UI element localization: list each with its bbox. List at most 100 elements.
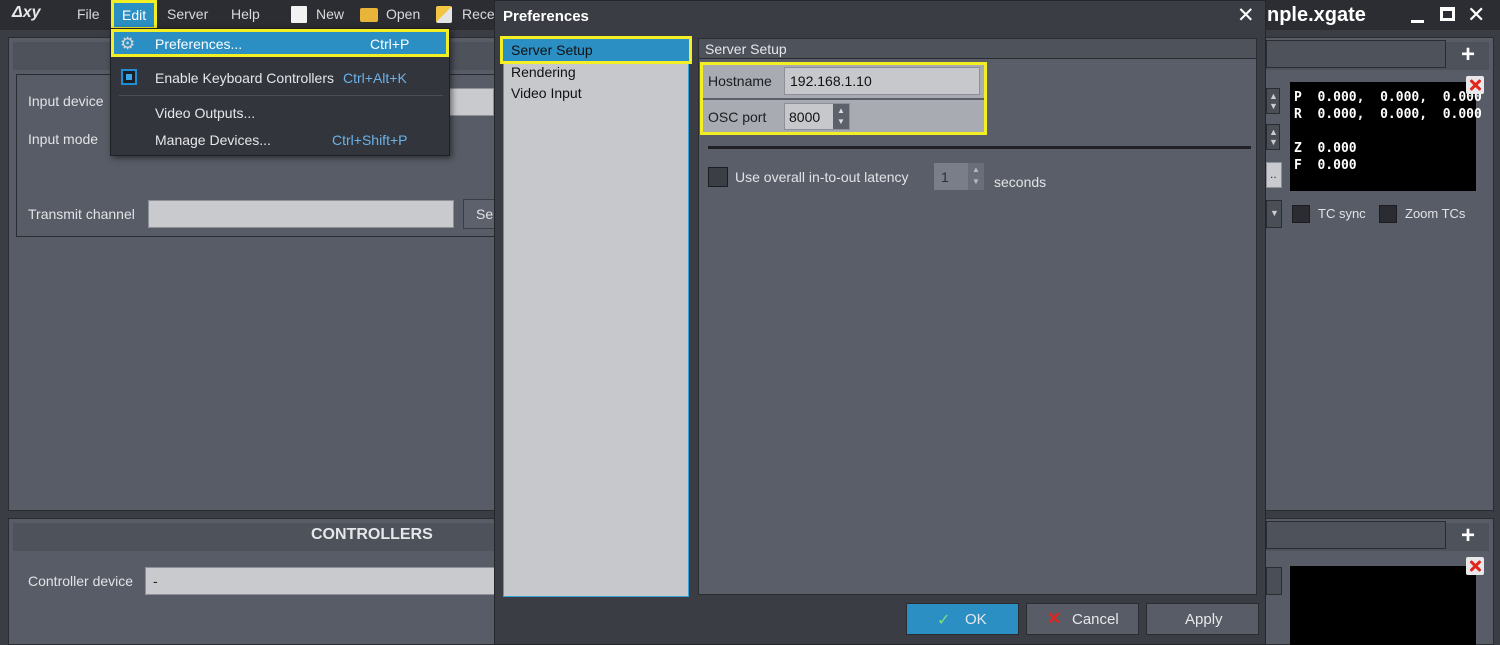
readout-f: F 0.000: [1294, 158, 1357, 173]
latency-stepper-icon[interactable]: ▲ ▼: [968, 163, 984, 190]
ok-label: OK: [965, 611, 987, 628]
controllers-panel-tab: [1266, 521, 1446, 549]
latency-unit: seconds: [994, 174, 1047, 190]
readout-z: Z 0.000: [1294, 141, 1357, 156]
readout-p: P 0.000, 0.000, 0.000: [1294, 90, 1482, 105]
menu-edit[interactable]: Edit: [111, 0, 157, 30]
hostname-value: 192.168.1.10: [790, 73, 872, 89]
dialog-title: Preferences: [503, 8, 589, 25]
toolbar-recent[interactable]: Rece: [462, 6, 495, 22]
latency-spinbox[interactable]: 1 ▲ ▼: [933, 162, 985, 191]
cancel-x-icon: ✕: [1047, 609, 1062, 628]
maximize-icon[interactable]: [1440, 7, 1455, 21]
transmit-set-button[interactable]: Se: [463, 199, 497, 229]
window-close-icon[interactable]: ✕: [1467, 2, 1485, 28]
sidebar-item-rendering[interactable]: Rendering: [504, 61, 688, 83]
spin-button-2[interactable]: ▲ ▼: [1266, 124, 1280, 150]
sidebar-item-server-setup-label: Server Setup: [511, 42, 593, 58]
new-file-icon: [291, 6, 307, 23]
controller-preview: [1290, 566, 1476, 645]
sidebar-item-video-input-label: Video Input: [511, 85, 582, 101]
menu-item-preferences[interactable]: ⚙ Preferences... Ctrl+P: [111, 29, 449, 57]
menu-item-manage-devices-label: Manage Devices...: [155, 132, 271, 148]
gear-icon: ⚙: [120, 34, 136, 53]
server-setup-panel: Server Setup Hostname 192.168.1.10 OSC p…: [698, 38, 1257, 595]
remove-input-icon[interactable]: [1466, 76, 1484, 94]
folder-icon: [360, 8, 378, 22]
menu-item-video-outputs[interactable]: Video Outputs...: [111, 100, 449, 126]
zoom-tcs-label: Zoom TCs: [1405, 206, 1466, 221]
recent-icon: [436, 6, 452, 23]
spin-button-1[interactable]: ▲ ▼: [1266, 88, 1280, 114]
menu-item-keyboard-label: Enable Keyboard Controllers: [155, 70, 334, 86]
minimize-icon[interactable]: [1411, 20, 1424, 23]
menu-item-manage-devices-shortcut: Ctrl+Shift+P: [332, 132, 408, 148]
latency-label: Use overall in-to-out latency: [735, 169, 909, 185]
menu-separator: [119, 95, 443, 96]
app-logo: Δxy: [12, 4, 41, 21]
divider: [708, 146, 1251, 149]
input-device-label: Input device: [28, 93, 104, 109]
menu-item-keyboard-shortcut: Ctrl+Alt+K: [343, 70, 407, 86]
toolbar-open[interactable]: Open: [386, 6, 420, 22]
preferences-sidebar: Server Setup Rendering Video Input: [500, 36, 692, 597]
sidebar-item-server-setup[interactable]: Server Setup: [500, 36, 692, 64]
menu-item-preferences-shortcut: Ctrl+P: [370, 36, 410, 52]
sidebar-item-rendering-label: Rendering: [511, 64, 576, 80]
preferences-dialog: Preferences ✕ Server Setup Rendering Vid…: [494, 0, 1266, 645]
zoom-tcs-checkbox[interactable]: [1379, 205, 1397, 223]
transmit-channel-label: Transmit channel: [28, 206, 135, 222]
osc-port-stepper-icon[interactable]: ▲ ▼: [833, 104, 849, 129]
controller-device-select[interactable]: -: [145, 567, 495, 595]
checkbox-icon: [121, 69, 137, 85]
input-panel-tab: [1266, 40, 1446, 68]
section-header: Server Setup: [699, 39, 1256, 59]
menu-item-keyboard-controllers[interactable]: Enable Keyboard Controllers Ctrl+Alt+K: [111, 65, 449, 91]
controller-device-value: -: [153, 573, 158, 589]
add-controller-button[interactable]: +: [1461, 524, 1475, 548]
ok-button[interactable]: ✓ OK: [906, 603, 1019, 635]
window-title: nple.xgate: [1267, 4, 1366, 26]
controller-spin-button[interactable]: [1266, 567, 1282, 595]
input-device-select[interactable]: [448, 88, 494, 116]
controllers-header: CONTROLLERS: [311, 526, 433, 543]
tc-sync-checkbox[interactable]: [1292, 205, 1310, 223]
latency-value: 1: [941, 169, 949, 185]
menu-item-manage-devices[interactable]: Manage Devices... Ctrl+Shift+P: [111, 127, 449, 153]
transmit-set-label: Se: [476, 206, 494, 222]
sidebar-item-video-input[interactable]: Video Input: [504, 82, 688, 104]
add-input-button[interactable]: +: [1461, 43, 1475, 67]
menu-server[interactable]: Server: [167, 6, 208, 22]
input-mode-label: Input mode: [28, 131, 99, 147]
controller-device-label: Controller device: [28, 573, 134, 589]
check-icon: ✓: [937, 612, 951, 629]
osc-port-value: 8000: [789, 109, 821, 125]
toolbar-new[interactable]: New: [316, 6, 344, 22]
osc-port-label: OSC port: [708, 109, 767, 125]
menu-item-video-outputs-label: Video Outputs...: [155, 105, 256, 121]
apply-button[interactable]: Apply: [1146, 603, 1259, 635]
readout-r: R 0.000, 0.000, 0.000: [1294, 107, 1482, 122]
transmit-channel-field[interactable]: [148, 200, 454, 228]
menu-edit-label: Edit: [122, 7, 147, 23]
dropdown-button[interactable]: ▼: [1266, 200, 1282, 228]
hostname-label: Hostname: [708, 73, 772, 89]
latency-checkbox[interactable]: [708, 167, 728, 187]
hostname-input[interactable]: 192.168.1.10: [784, 67, 980, 95]
menu-file[interactable]: File: [77, 6, 100, 22]
dialog-close-icon[interactable]: ✕: [1237, 3, 1255, 28]
edit-menu: ⚙ Preferences... Ctrl+P Enable Keyboard …: [110, 28, 450, 156]
cancel-label: Cancel: [1072, 611, 1119, 628]
apply-label: Apply: [1185, 611, 1223, 628]
tc-sync-label: TC sync: [1318, 206, 1366, 221]
section-title: Server Setup: [705, 41, 787, 57]
osc-port-spinbox[interactable]: 8000 ▲ ▼: [784, 103, 850, 130]
browse-button[interactable]: ..: [1266, 162, 1282, 188]
menu-item-preferences-label: Preferences...: [155, 36, 243, 52]
connection-settings-group: Hostname 192.168.1.10 OSC port 8000 ▲ ▼: [700, 62, 987, 135]
browse-label: ..: [1270, 167, 1277, 181]
menu-help[interactable]: Help: [231, 6, 260, 22]
cancel-button[interactable]: ✕ Cancel: [1026, 603, 1139, 635]
position-readout: P 0.000, 0.000, 0.000 R 0.000, 0.000, 0.…: [1290, 82, 1482, 191]
remove-controller-icon[interactable]: [1466, 557, 1484, 575]
